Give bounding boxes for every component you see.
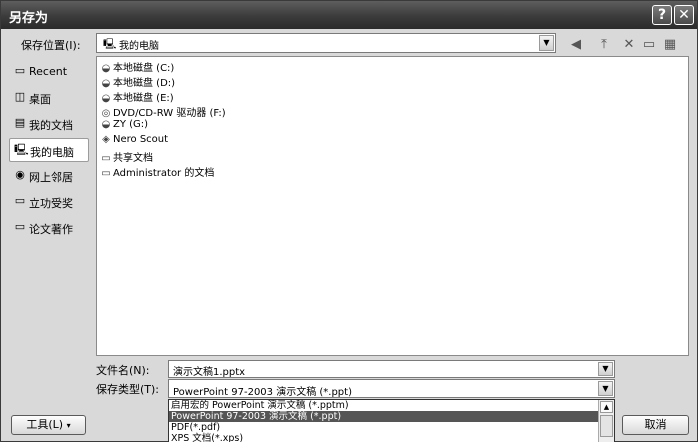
delete-icon[interactable]: ✕: [620, 37, 638, 53]
drive-icon: ◒: [101, 78, 111, 89]
file-list: ◒ 本地磁盘 (C:) ◒ 本地磁盘 (D:) ◒ 本地磁盘 (E:) ◎ DVD/CD…: [96, 56, 689, 356]
nero-icon: ◈: [102, 134, 110, 145]
list-item[interactable]: ▭ 共享文档: [99, 149, 153, 164]
desktop-icon: ◫: [14, 90, 26, 103]
folder-icon: ▭: [14, 220, 26, 233]
dropdown-scrollbar[interactable]: ▲: [598, 400, 614, 442]
recent-folder-icon: ▭: [14, 64, 26, 77]
cd-drive-icon: ◎: [101, 108, 111, 119]
places-bar: ▭ Recent ◫ 桌面 ▤ 我的文档 🖳 我的电脑 ◉ 网上邻居 ▭ 立功受…: [9, 56, 89, 356]
chevron-down-icon[interactable]: ▼: [598, 381, 613, 396]
help-button[interactable]: ?: [652, 5, 672, 25]
back-icon[interactable]: ◀: [567, 37, 585, 53]
new-folder-icon[interactable]: ▭: [640, 37, 658, 53]
list-item[interactable]: ◒ 本地磁盘 (C:): [99, 59, 175, 74]
place-my-documents[interactable]: ▤ 我的文档: [9, 112, 89, 136]
filename-label: 文件名(N):: [96, 364, 150, 377]
filetype-option-selected[interactable]: PowerPoint 97-2003 演示文稿 (*.ppt): [169, 411, 599, 422]
list-item[interactable]: ◒ 本地磁盘 (D:): [99, 74, 175, 89]
computer-icon: 🖳: [103, 39, 117, 50]
documents-icon: ▤: [14, 116, 26, 129]
views-icon[interactable]: ▦: [661, 37, 679, 53]
filetype-label: 保存类型(T):: [96, 383, 160, 396]
tools-button[interactable]: 工具(L) ▾: [11, 415, 86, 435]
folder-icon: ▭: [101, 168, 111, 179]
filetype-dropdown-list: 启用宏的 PowerPoint 演示文稿 (*.pptm) PowerPoint…: [168, 399, 615, 442]
place-my-computer[interactable]: 🖳 我的电脑: [9, 138, 89, 162]
close-button[interactable]: ✕: [674, 5, 694, 25]
list-item[interactable]: ▭ Administrator 的文档: [99, 164, 214, 179]
filename-input[interactable]: 演示文稿1.pptx ▼: [168, 360, 615, 378]
place-folder-2[interactable]: ▭ 论文著作: [9, 216, 89, 240]
filetype-option[interactable]: XPS 文档(*.xps): [169, 433, 599, 442]
list-item[interactable]: ◈ Nero Scout: [99, 134, 168, 149]
filetype-select[interactable]: PowerPoint 97-2003 演示文稿 (*.ppt) ▼: [168, 379, 615, 398]
save-location-label: 保存位置(I):: [21, 39, 81, 52]
place-network[interactable]: ◉ 网上邻居: [9, 164, 89, 188]
place-desktop[interactable]: ◫ 桌面: [9, 86, 89, 110]
chevron-down-icon[interactable]: ▼: [598, 362, 613, 376]
drive-icon: ◒: [101, 93, 111, 104]
folder-icon: ▭: [101, 153, 111, 164]
up-folder-icon[interactable]: ⤒: [595, 37, 613, 53]
list-item[interactable]: ◒ 本地磁盘 (E:): [99, 89, 174, 104]
title-bar: 另存为 ? ✕: [1, 1, 697, 29]
save-as-dialog: 另存为 ? ✕ 保存位置(I): 🖳 我的电脑 ▼ ◀ ⤒ ✕ ▭ ▦ ▭ Re…: [0, 0, 698, 442]
drive-icon: ◒: [101, 119, 111, 130]
computer-icon: 🖳: [14, 143, 29, 156]
place-folder-1[interactable]: ▭ 立功受奖: [9, 190, 89, 214]
filetype-option[interactable]: PDF(*.pdf): [169, 422, 599, 433]
scroll-up-icon[interactable]: ▲: [600, 401, 613, 413]
filetype-option[interactable]: 启用宏的 PowerPoint 演示文稿 (*.pptm): [169, 400, 599, 411]
network-icon: ◉: [15, 168, 25, 181]
cancel-button[interactable]: 取消: [622, 415, 689, 435]
chevron-down-icon: ▾: [66, 421, 71, 430]
list-item[interactable]: ◒ ZY (G:): [99, 119, 148, 134]
place-recent[interactable]: ▭ Recent: [9, 60, 89, 84]
list-item[interactable]: ◎ DVD/CD-RW 驱动器 (F:): [99, 104, 226, 119]
save-location-value: 我的电脑: [119, 41, 159, 52]
dialog-title: 另存为: [9, 11, 49, 26]
chevron-down-icon[interactable]: ▼: [539, 35, 554, 51]
save-location-combo[interactable]: 🖳 我的电脑 ▼: [96, 33, 556, 53]
scroll-thumb[interactable]: [600, 415, 613, 437]
folder-icon: ▭: [14, 194, 26, 207]
drive-icon: ◒: [101, 63, 111, 74]
